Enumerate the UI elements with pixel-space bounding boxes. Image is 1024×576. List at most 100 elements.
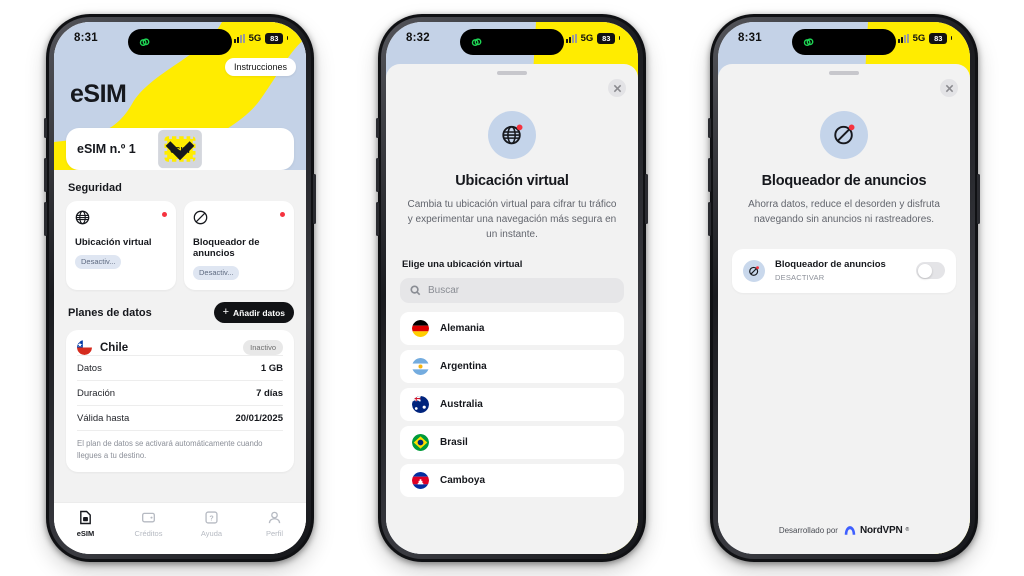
security-card-virtual-location[interactable]: Ubicación virtual Desactiv... [66,201,176,291]
nordvpn-wordmark: NordVPN [859,524,903,536]
vpn-link-icon [471,37,482,46]
country-name: Australia [440,398,483,410]
plan-row-key: Válida hasta [77,413,130,425]
vpn-link-icon [803,37,814,46]
cellular-signal-icon [233,33,245,43]
plan-row: Válida hasta 20/01/2025 [77,405,283,430]
battery-tip [950,36,952,40]
battery-icon: 83 [929,32,948,44]
sheet-drag-handle[interactable] [829,71,859,75]
flag-brazil-icon [412,433,429,451]
status-indicators: 5G 83 [233,32,288,44]
status-time: 8:31 [738,32,762,44]
list-item[interactable]: Camboya [400,463,624,497]
network-type-label: 5G [248,32,262,44]
nordvpn-logo: NordVPN ® [843,523,909,537]
instructions-button[interactable]: Instrucciones [224,58,296,76]
add-data-label: Añadir datos [233,307,285,318]
search-icon [410,284,421,295]
power-button[interactable] [977,174,980,224]
cellular-signal-icon [565,33,577,43]
close-icon [613,84,621,92]
list-item[interactable]: Alemania [400,311,624,345]
tab-esim[interactable]: eSIM [54,510,117,538]
volume-down-button[interactable] [376,202,379,236]
status-indicators: 5G 83 [565,32,620,44]
search-placeholder: Buscar [428,284,460,296]
tab-perfil[interactable]: Perfil [243,510,306,538]
country-name: Argentina [440,360,487,372]
plan-row-key: Duración [77,388,116,400]
sheet-title: Ubicación virtual [455,172,569,189]
trademark-symbol: ® [905,527,910,533]
plan-row: Duración 7 días [77,380,283,405]
mute-switch[interactable] [44,118,47,138]
search-input[interactable]: Buscar [400,277,624,303]
volume-down-button[interactable] [44,202,47,236]
ad-blocker-toggle-row[interactable]: Bloqueador de anuncios DESACTIVAR [732,248,956,293]
home-content: Seguridad Ubicación virtual Desactiv... … [54,170,306,502]
flag-cambodia-icon [412,471,429,489]
svg-text:?: ? [209,515,213,523]
list-item[interactable]: Brasil [400,425,624,459]
tab-label: Ayuda [200,529,223,538]
feature-icon-circle [488,110,536,159]
list-item[interactable]: Australia [400,387,624,421]
plan-status-badge: Inactivo [243,340,283,356]
volume-up-button[interactable] [376,158,379,192]
close-button[interactable] [940,79,958,97]
status-indicators: 5G 83 [897,32,952,44]
plan-row-value: 7 días [256,388,283,400]
volume-up-button[interactable] [44,158,47,192]
status-dot-red [280,212,285,217]
nordvpn-arch-icon [844,526,856,535]
home-screen: eSIM Instrucciones eSIM eSIM n.º 1 Segur… [54,22,306,554]
toggle-text: Bloqueador de anuncios DESACTIVAR [775,259,906,282]
battery-tip [286,36,288,40]
phone-screen: eSIM Instrucciones eSIM eSIM n.º 1 Segur… [54,22,306,554]
tab-label: Créditos [134,529,163,538]
tab-ayuda[interactable]: ? Ayuda [180,510,243,538]
flag-chile-icon [77,340,92,356]
close-icon [945,84,953,92]
security-section-title: Seguridad [68,182,122,194]
feature-icon-circle [820,110,868,159]
help-icon: ? [205,511,218,524]
data-plan-card[interactable]: Chile Inactivo Datos 1 GB Duración 7 día… [66,330,294,472]
close-button[interactable] [608,79,626,97]
block-icon [833,124,854,145]
wallet-icon [142,512,155,523]
power-button[interactable] [645,174,648,224]
data-plans-header: Planes de datos + Añadir datos [66,302,294,324]
esim-selector[interactable]: eSIM eSIM n.º 1 [66,128,294,170]
flag-australia-icon [412,395,429,413]
ad-blocker-switch[interactable] [916,262,945,279]
list-item[interactable]: Argentina [400,349,624,383]
toggle-name: Bloqueador de anuncios [775,259,886,271]
chevron-down-icon [165,141,195,161]
security-card-header [75,210,167,225]
sheet-description: Ahorra datos, reduce el desorden y disfr… [748,198,940,225]
volume-up-button[interactable] [708,158,711,192]
mute-switch[interactable] [708,118,711,138]
dynamic-island [460,29,564,55]
powered-by-footer: Desarrollado por NordVPN ® [718,523,970,554]
security-card-ad-blocker[interactable]: Bloqueador de anuncios Desactiv... [184,201,294,291]
page-title: eSIM [70,80,127,108]
volume-down-button[interactable] [708,202,711,236]
tab-creditos[interactable]: Créditos [117,510,180,538]
mute-switch[interactable] [376,118,379,138]
status-dot-red [162,212,167,217]
plus-icon: + [222,306,230,319]
country-name: Alemania [440,322,485,334]
security-card-title: Ubicación virtual [75,237,152,248]
phone-home: eSIM Instrucciones eSIM eSIM n.º 1 Segur… [44,14,316,562]
virtual-location-sheet: Ubicación virtual Cambia tu ubicación vi… [386,64,638,554]
person-icon [268,511,281,524]
dynamic-island [792,29,896,55]
add-data-button[interactable]: + Añadir datos [213,302,294,324]
power-button[interactable] [313,174,316,224]
bottom-tab-bar: eSIM Créditos ? Ayuda Perfil [54,502,306,554]
plan-row-key: Datos [77,363,102,375]
sheet-drag-handle[interactable] [497,71,527,75]
